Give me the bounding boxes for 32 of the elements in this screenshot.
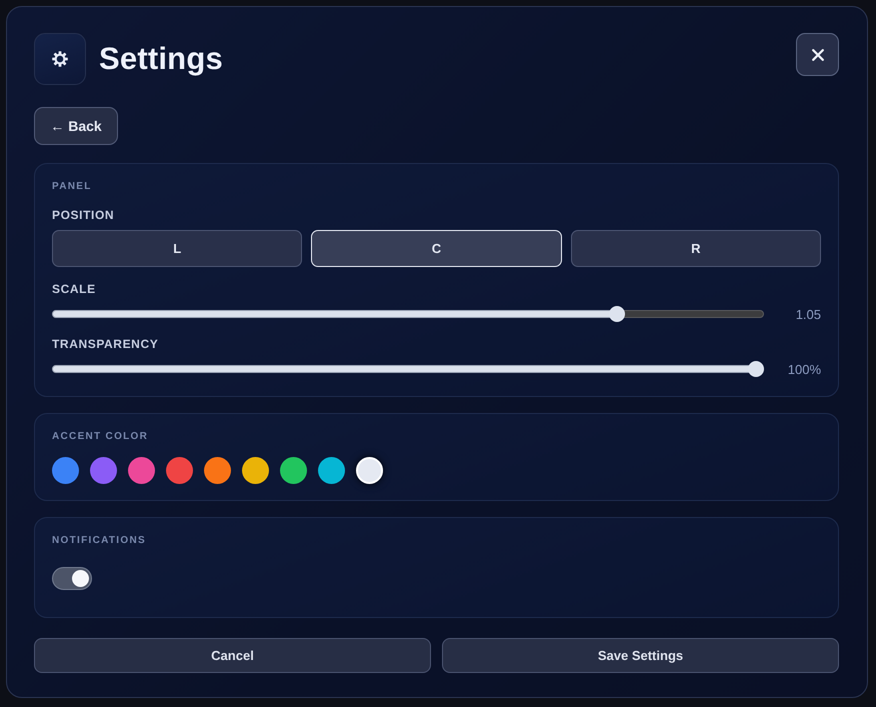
color-swatch[interactable] bbox=[204, 457, 231, 484]
slider-value: 1.05 bbox=[794, 306, 821, 322]
dialog-title: Settings bbox=[99, 41, 223, 77]
slider-thumb[interactable] bbox=[608, 306, 625, 322]
color-swatch[interactable] bbox=[128, 457, 155, 484]
close-icon bbox=[812, 48, 824, 60]
dialog-button[interactable]: Cancel bbox=[34, 638, 431, 673]
section-heading: NOTIFICATIONS bbox=[52, 534, 147, 548]
color-swatch[interactable] bbox=[52, 457, 79, 484]
field-label: TRANSPARENCY bbox=[52, 336, 160, 352]
back-button[interactable]: ← Back bbox=[34, 107, 118, 145]
position-option[interactable]: L bbox=[52, 230, 302, 267]
range-slider[interactable] bbox=[52, 306, 764, 322]
color-swatch[interactable] bbox=[356, 457, 383, 484]
color-swatch[interactable] bbox=[90, 457, 117, 484]
color-swatch[interactable] bbox=[242, 457, 269, 484]
notifications-toggle[interactable] bbox=[52, 567, 92, 590]
position-option[interactable]: R bbox=[570, 230, 821, 267]
section-heading: PANEL bbox=[52, 180, 93, 194]
section-heading: ACCENT COLOR bbox=[52, 430, 150, 444]
color-swatch[interactable] bbox=[166, 457, 193, 484]
slider-value: 100% bbox=[786, 362, 821, 376]
range-slider[interactable] bbox=[52, 361, 764, 377]
field-label: POSITION bbox=[52, 207, 116, 223]
close-button[interactable] bbox=[796, 33, 839, 76]
color-swatch[interactable] bbox=[280, 457, 307, 484]
position-option[interactable]: C bbox=[311, 230, 562, 267]
slider-thumb[interactable] bbox=[748, 361, 764, 377]
field-label: SCALE bbox=[52, 281, 97, 297]
dialog-button[interactable]: Save Settings bbox=[442, 638, 839, 673]
color-swatch[interactable] bbox=[318, 457, 345, 484]
gear-icon bbox=[34, 33, 86, 85]
